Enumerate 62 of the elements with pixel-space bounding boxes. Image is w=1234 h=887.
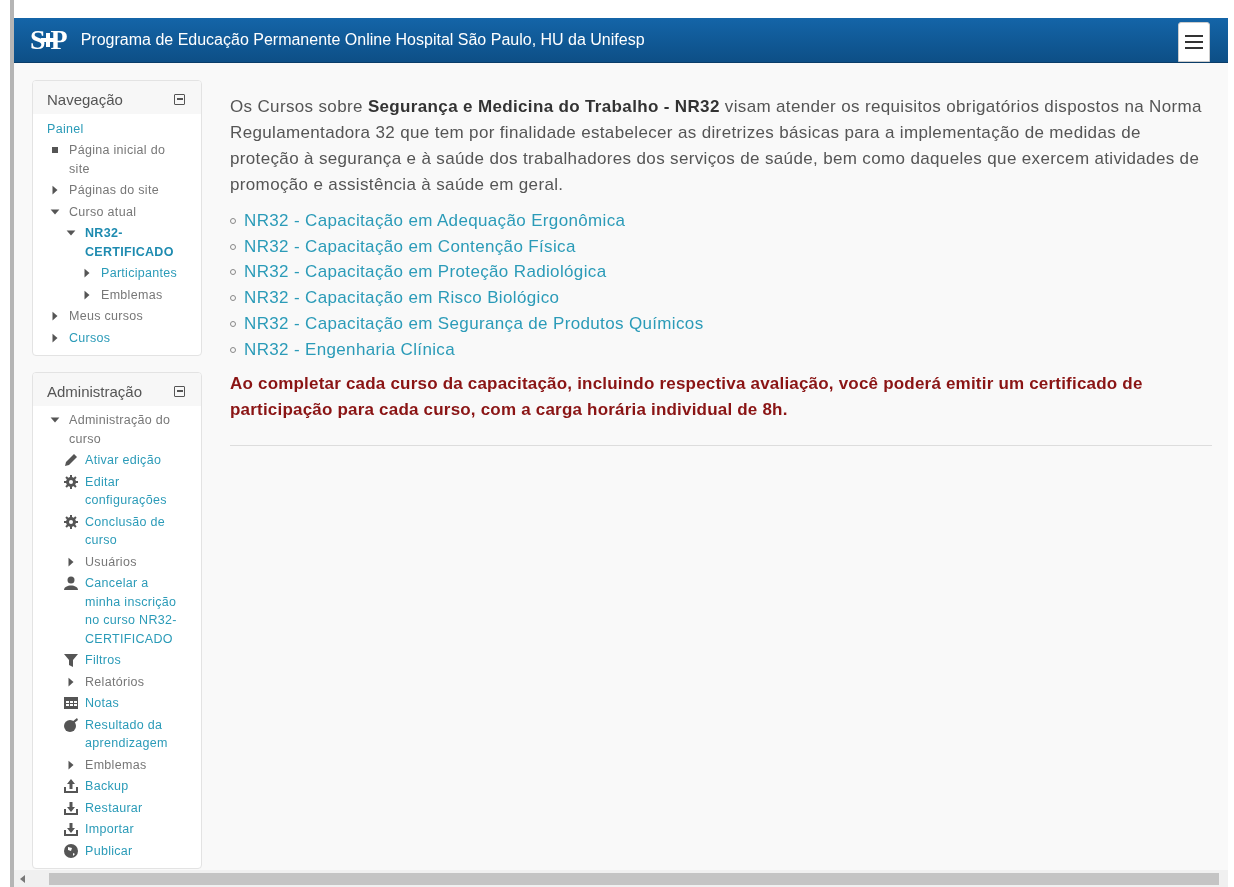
globe-icon: [63, 842, 79, 859]
course-link[interactable]: NR32 - Capacitação em Risco Biológico: [244, 288, 560, 309]
nav-link[interactable]: Participantes: [101, 264, 178, 283]
caret-down-icon[interactable]: [50, 415, 60, 425]
gear-icon: [63, 473, 79, 490]
nav-item[interactable]: Administração do curso: [69, 411, 183, 448]
scrollbar-thumb[interactable]: [49, 872, 1219, 885]
caret-right-icon[interactable]: [82, 289, 92, 300]
nav-link[interactable]: Ativar edição: [85, 451, 162, 470]
course-link[interactable]: NR32 - Capacitação em Proteção Radiológica: [244, 262, 607, 283]
block-title: Navegação: [47, 91, 123, 108]
pencil-icon: [63, 452, 79, 468]
nav-item[interactable]: Usuários: [85, 552, 137, 571]
caret-right-icon[interactable]: [66, 759, 76, 770]
nav-item[interactable]: Página inicial do site: [69, 141, 183, 178]
collapse-icon[interactable]: [174, 94, 185, 105]
nav-link[interactable]: Notas: [85, 694, 120, 713]
nav-link[interactable]: Backup: [85, 777, 129, 796]
upload-icon: [63, 778, 79, 794]
nav-link[interactable]: Conclusão de curso: [85, 512, 183, 550]
nav-link[interactable]: Filtros: [85, 651, 122, 670]
caret-right-icon[interactable]: [66, 676, 76, 687]
caret-right-icon[interactable]: [82, 268, 92, 278]
collapse-icon[interactable]: [174, 385, 185, 397]
nav-link[interactable]: Importar: [85, 820, 134, 839]
site-title[interactable]: Programa de Educação Permanente Online Hospital São Paulo, HU da Unifesp: [80, 31, 1164, 49]
caret-right-icon[interactable]: [50, 332, 60, 343]
nav-item[interactable]: Emblemas: [85, 755, 147, 774]
course-link[interactable]: NR32 - Engenharia Clínica: [244, 339, 455, 360]
nav-item[interactable]: Relatórios: [85, 672, 145, 691]
nav-item[interactable]: Emblemas: [101, 285, 163, 304]
scroll-left-icon[interactable]: [20, 874, 25, 883]
nav-item[interactable]: Páginas do site: [69, 181, 159, 200]
target-icon: [63, 716, 79, 733]
course-link[interactable]: NR32 - Capacitação em Contenção Física: [244, 236, 576, 257]
nav-link[interactable]: Cursos: [69, 328, 111, 347]
filter-icon: [63, 652, 79, 668]
caret-right-icon[interactable]: [66, 556, 76, 567]
gear-icon: [63, 513, 79, 530]
nav-link[interactable]: Editar configurações: [85, 472, 183, 510]
menu-button[interactable]: [1178, 22, 1210, 62]
person-icon: [63, 575, 79, 591]
bullet-icon: [52, 147, 58, 153]
certificate-notice: Ao completar cada curso da capacitação, incluindo respectiva avaliação, você poderá emitir um certificado de participação para cada curso, com a carga horária individual de 8h.: [230, 372, 1144, 421]
caret-right-icon[interactable]: [50, 185, 60, 195]
download-icon: [63, 821, 79, 837]
nav-link[interactable]: Cancelar a minha inscrição no curso NR32-CERTIFICADO: [85, 574, 183, 648]
nav-link[interactable]: Resultado da aprendizagem: [85, 715, 183, 753]
nav-item[interactable]: Meus cursos: [69, 307, 144, 326]
nav-link[interactable]: Restaurar: [85, 798, 143, 817]
course-link[interactable]: NR32 - Capacitação em Segurança de Produtos Químicos: [244, 314, 704, 335]
download-icon: [63, 799, 79, 816]
nav-item[interactable]: Curso atual: [69, 202, 137, 221]
caret-down-icon[interactable]: [66, 228, 76, 238]
table-icon: [63, 695, 79, 711]
caret-right-icon[interactable]: [50, 311, 60, 321]
course-link[interactable]: NR32 - Capacitação em Adequação Ergonômica: [244, 210, 626, 231]
nav-link[interactable]: Painel: [47, 119, 84, 138]
intro-paragraph: Os Cursos sobre Segurança e Medicina do Trabalho - NR32 visam atender os requisitos obrigatórios dispostos na Norma Regulamentadora 32 que tem por finalidade estabelecer as diretrizes básicas para a implementação de medidas de proteção à segurança e à saúde dos trabalhadores dos serviços de saúde, bem como daqueles que exercem atividades de promoção e assistência à saúde em geral.: [230, 96, 1203, 196]
nav-link[interactable]: NR32-CERTIFICADO: [85, 224, 183, 261]
block-title: Administração: [47, 382, 143, 400]
nav-link[interactable]: Publicar: [85, 841, 133, 860]
